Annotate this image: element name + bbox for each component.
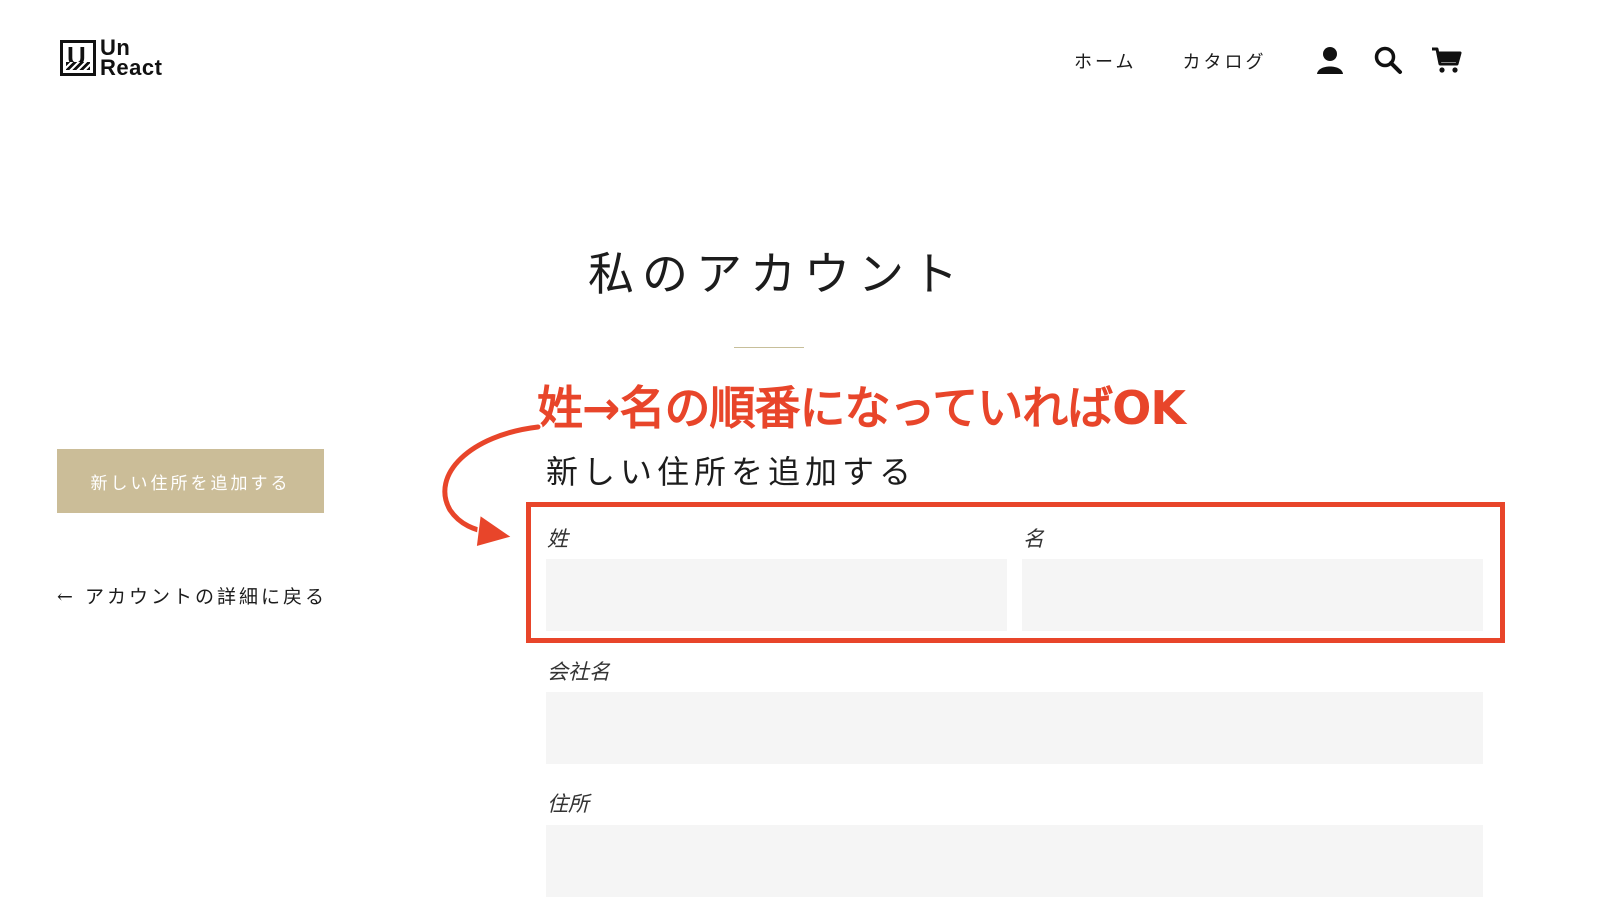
nav-home-link[interactable]: ホーム bbox=[1074, 48, 1136, 74]
logo-mark-icon: U bbox=[60, 40, 96, 76]
annotation-text: 姓→名の順番になっていればOK bbox=[537, 381, 1186, 435]
logo-stripes bbox=[66, 62, 90, 70]
page: U Un React ホーム カタログ 私のアカウント 新しい住所を追加する ←… bbox=[0, 0, 1600, 909]
header-icons bbox=[1314, 44, 1488, 76]
logo-text: Un React bbox=[100, 37, 163, 80]
page-title: 私のアカウント bbox=[588, 247, 966, 301]
address-input[interactable] bbox=[546, 825, 1483, 897]
add-address-button[interactable]: 新しい住所を追加する bbox=[57, 449, 324, 513]
search-icon[interactable] bbox=[1372, 44, 1404, 76]
logo[interactable]: U Un React bbox=[60, 37, 184, 82]
address-label: 住所 bbox=[547, 792, 589, 816]
cart-icon[interactable] bbox=[1430, 44, 1462, 76]
annotation-highlight-box bbox=[526, 502, 1505, 643]
logo-text-line2: React bbox=[100, 55, 163, 80]
account-icon[interactable] bbox=[1314, 44, 1346, 76]
title-divider bbox=[734, 347, 804, 348]
main-nav: ホーム カタログ bbox=[1074, 48, 1266, 74]
company-input[interactable] bbox=[546, 692, 1483, 764]
back-to-account-link[interactable]: ← アカウントの詳細に戻る bbox=[57, 582, 327, 609]
nav-catalog-link[interactable]: カタログ bbox=[1182, 48, 1266, 74]
company-label: 会社名 bbox=[547, 660, 610, 684]
form-title: 新しい住所を追加する bbox=[546, 453, 917, 491]
